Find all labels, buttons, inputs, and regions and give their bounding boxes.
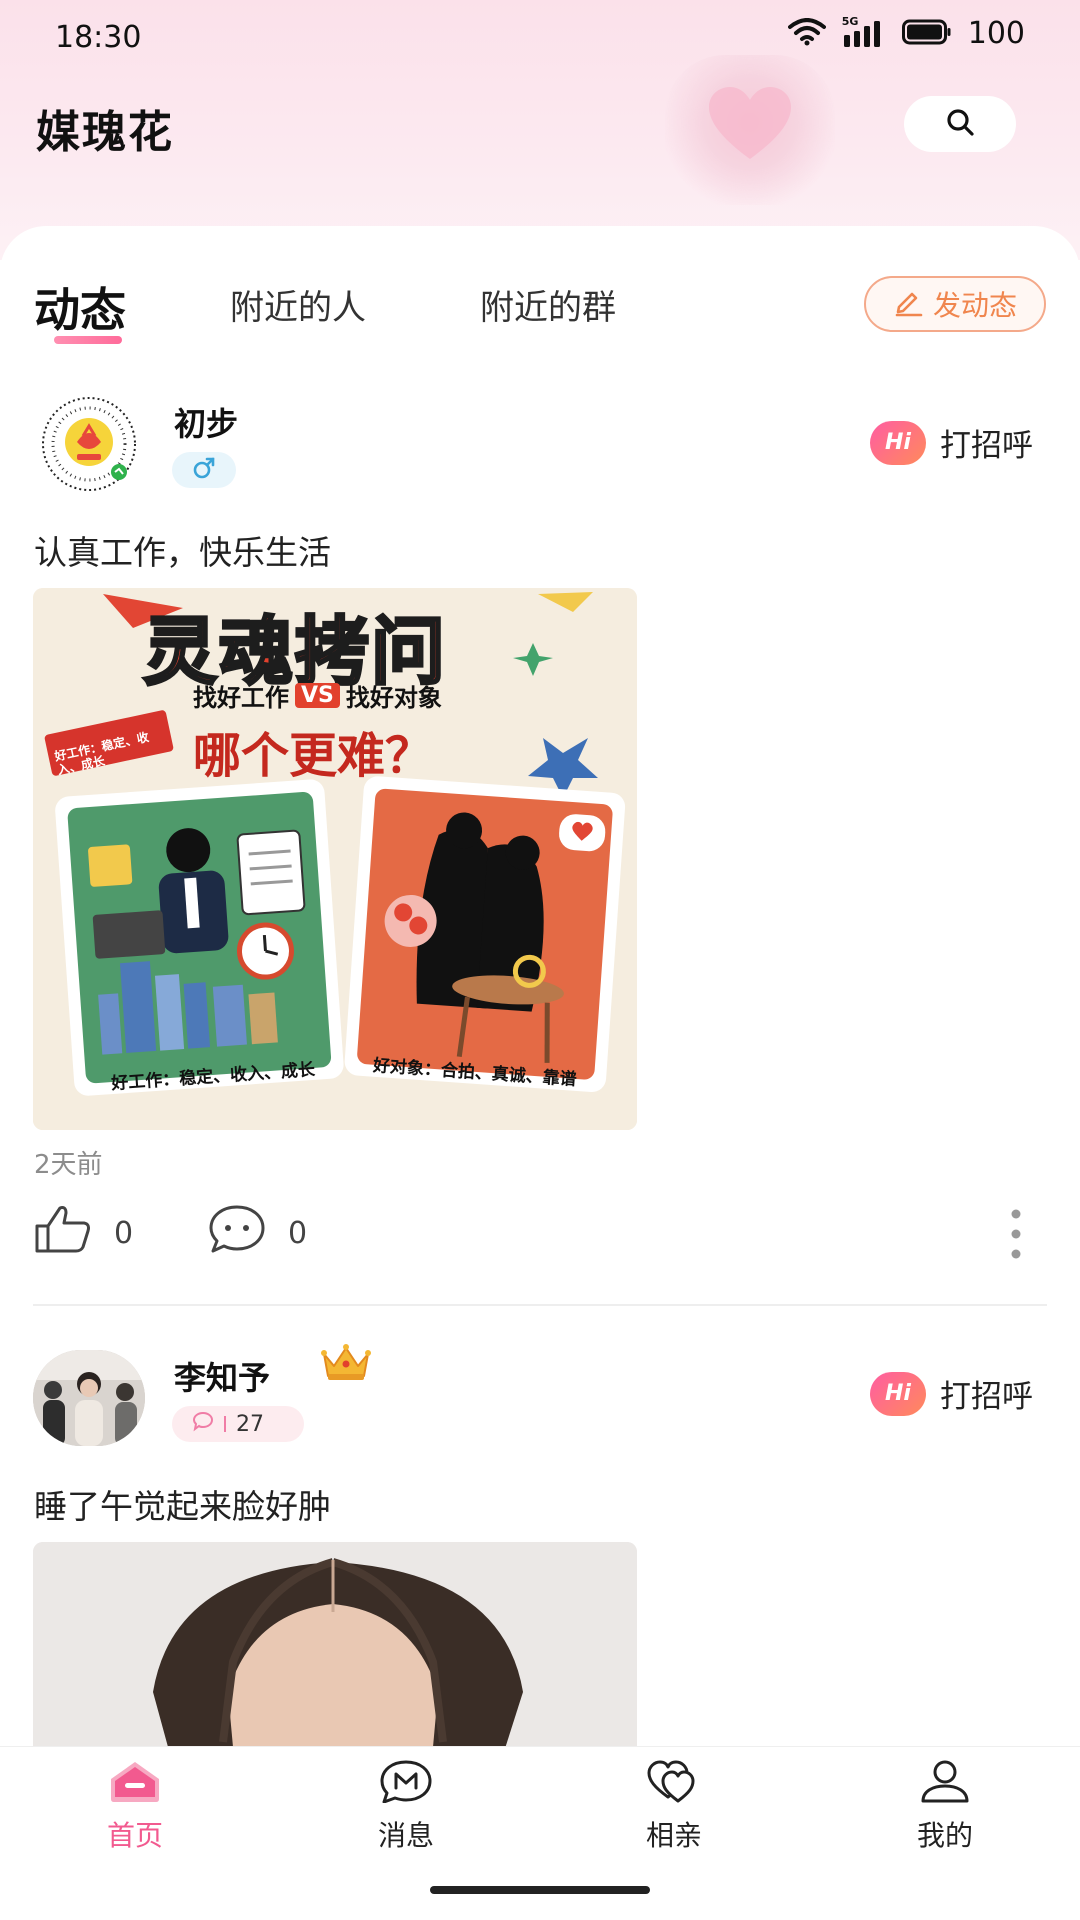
avatar[interactable] [33,1350,145,1446]
male-icon [191,455,217,485]
app-title: 媒瑰花 [36,107,174,158]
battery-icon [901,19,952,49]
chat-count: 27 [236,1411,264,1437]
image-subtitle-right: 找好对象 [345,684,442,712]
app-screen: 18:30 5G 100 媒瑰花 动态 附近的人 附近的群 发动态 初步 Hi … [0,0,1080,1920]
chat-bubble-icon [192,1410,214,1438]
post-divider [33,1304,1047,1306]
content-card: 动态 附近的人 附近的群 发动态 初步 Hi 打招呼 认真工作，快乐生活 灵魂拷… [0,226,1080,1746]
avatar[interactable] [33,396,145,492]
nav-item-home[interactable]: 首页 [65,1759,205,1854]
comment-button[interactable]: 0 [208,1204,307,1262]
greet-button[interactable]: Hi 打招呼 [870,420,1033,465]
wifi-icon [787,17,826,50]
feed-tabs: 动态 附近的人 附近的群 发动态 [0,226,1080,366]
edit-icon [893,285,925,324]
gender-badge [172,452,236,488]
nav-label-profile: 我的 [916,1819,973,1852]
nav-label-messages: 消息 [377,1819,434,1852]
nav-item-messages[interactable]: 消息 [336,1759,476,1854]
tab-moments[interactable]: 动态 [34,274,126,340]
post-image[interactable]: 灵魂拷问 找好工作 VS 找好对象 哪个更难？ 好工作：稳定、收入、成长 好工作… [33,588,637,1130]
thumbs-up-icon [34,1204,92,1262]
tab-nearby-people[interactable]: 附近的人 [230,280,366,329]
heart-decoration [665,55,835,205]
image-vs: VS [295,683,340,708]
comment-count: 0 [288,1215,308,1251]
post-moment-button[interactable]: 发动态 [864,276,1046,332]
home-icon [107,1759,163,1810]
post-username[interactable]: 李知予 [174,1353,270,1399]
nav-item-profile[interactable]: 我的 [875,1759,1015,1854]
greet-label: 打招呼 [940,1379,1033,1415]
tab-nearby-groups[interactable]: 附近的群 [480,280,616,329]
greet-label: 打招呼 [940,428,1033,464]
battery-level: 100 [967,16,1025,51]
chat-count-badge: 27 [172,1406,304,1442]
image-subtitle-left: 找好工作 [193,684,289,712]
image-question: 哪个更难？ [193,728,434,784]
hearts-icon [646,1759,702,1810]
hi-icon: Hi [870,420,926,465]
status-bar: 18:30 5G 100 [0,0,1080,74]
image-subtitle-row: 找好工作 VS 找好对象 [193,678,442,713]
comment-icon [208,1204,266,1262]
like-button[interactable]: 0 [34,1204,133,1262]
badge-separator [224,1416,226,1432]
crown-icon [320,1342,372,1386]
post-text: 睡了午觉起来脸好肿 [34,1487,331,1526]
more-options-icon[interactable] [1006,1208,1026,1264]
nav-item-dating[interactable]: 相亲 [604,1759,744,1854]
nav-label-home: 首页 [106,1819,163,1852]
post-moment-label: 发动态 [932,289,1017,322]
nav-label-dating: 相亲 [645,1819,702,1852]
cellular-signal-icon: 5G [842,15,886,49]
search-icon [945,107,975,141]
like-count: 0 [114,1215,134,1251]
greet-button[interactable]: Hi 打招呼 [870,1371,1033,1416]
search-button[interactable] [904,96,1016,152]
active-tab-indicator [54,336,122,344]
post-username[interactable]: 初步 [174,399,238,445]
post-image[interactable] [33,1542,637,1746]
post-text: 认真工作，快乐生活 [34,533,331,572]
post-timestamp: 2天前 [34,1150,103,1180]
home-indicator[interactable] [430,1886,650,1894]
message-icon [378,1759,434,1810]
profile-icon [917,1759,973,1810]
status-time: 18:30 [55,20,142,55]
hi-icon: Hi [870,1371,926,1416]
status-icons: 5G 100 [787,15,1025,51]
